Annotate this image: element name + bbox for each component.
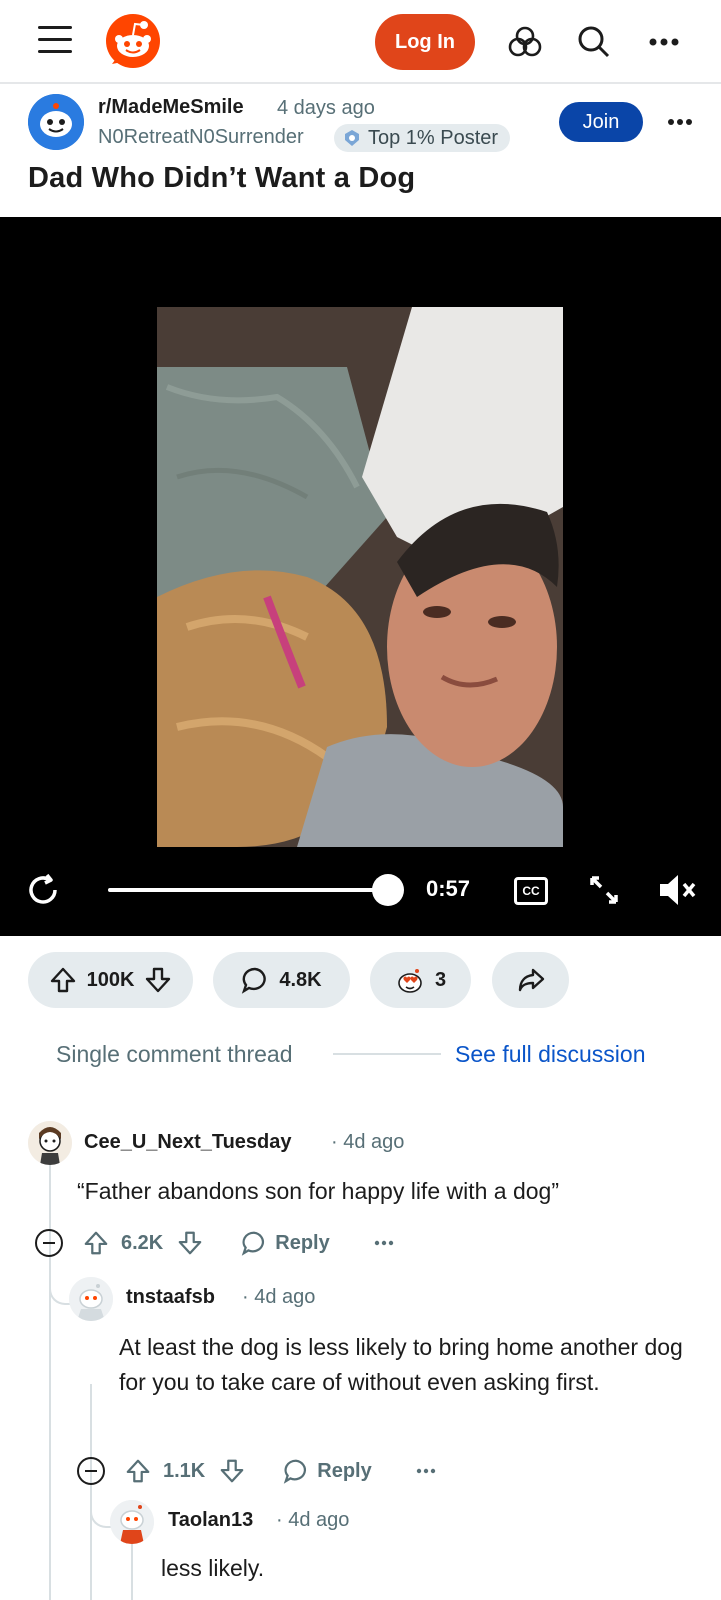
comment-time: · 4d ago	[242, 1286, 316, 1308]
downvote-icon[interactable]	[219, 1458, 245, 1484]
comment-username[interactable]: tnstaafsb	[126, 1286, 215, 1309]
awards-button[interactable]: 3	[370, 952, 471, 1008]
closed-captions-icon[interactable]: CC	[514, 877, 548, 905]
share-button[interactable]	[492, 952, 569, 1008]
reply-button[interactable]: Reply	[283, 1458, 372, 1484]
fullscreen-icon[interactable]	[586, 872, 622, 908]
vote-bar: 100K	[28, 952, 193, 1008]
thread-line	[90, 1384, 92, 1600]
video-frame[interactable]	[157, 307, 563, 847]
reply-button[interactable]: Reply	[241, 1230, 330, 1256]
avatar[interactable]	[110, 1500, 154, 1544]
see-full-discussion-link[interactable]: See full discussion	[455, 1041, 646, 1068]
video-scrubber-handle[interactable]	[372, 874, 405, 906]
collapse-thread-icon[interactable]	[77, 1457, 105, 1485]
replay-icon[interactable]	[25, 872, 61, 908]
post-author[interactable]: N0RetreatN0Surrender	[98, 126, 304, 149]
popular-icon[interactable]	[505, 22, 545, 62]
comment-time: · 4d ago	[276, 1509, 350, 1531]
comment-text: “Father abandons son for happy life with…	[77, 1178, 560, 1204]
post-title[interactable]: Dad Who Didn’t Want a Dog	[28, 162, 415, 195]
video-progress-bar[interactable]	[108, 888, 400, 892]
avatar[interactable]	[28, 1121, 72, 1165]
comment-actions: 1.1K Reply	[77, 1453, 436, 1489]
comments-button[interactable]: 4.8K	[213, 952, 350, 1008]
subreddit-name[interactable]: r/MadeMeSmile	[98, 96, 244, 119]
login-button[interactable]: Log In	[375, 14, 475, 70]
flair-label: Top 1% Poster	[368, 126, 499, 149]
award-icon	[395, 965, 425, 995]
downvote-icon[interactable]	[177, 1230, 203, 1256]
comment-text: At least the dog is less likely to bring…	[119, 1334, 683, 1395]
comment-more-icon[interactable]	[416, 1468, 436, 1474]
user-flair: Top 1% Poster	[334, 124, 511, 152]
vote-count: 100K	[86, 968, 135, 991]
comment-time: · 4d ago	[331, 1131, 405, 1153]
upvote-icon[interactable]	[49, 966, 77, 994]
video-time: 0:57	[426, 876, 471, 901]
post-time: 4 days ago	[277, 97, 375, 119]
subreddit-avatar[interactable]	[28, 94, 84, 150]
share-icon	[517, 966, 545, 994]
hamburger-menu-icon[interactable]	[38, 26, 72, 54]
top-poster-icon	[345, 130, 359, 146]
thread-line	[131, 1544, 133, 1600]
comment-username[interactable]: Taolan13	[168, 1509, 253, 1532]
comment-actions: 6.2K Reply	[35, 1225, 394, 1261]
more-options-icon[interactable]	[644, 22, 684, 62]
single-thread-label: Single comment thread	[56, 1041, 293, 1067]
comment-count: 4.8K	[279, 968, 322, 991]
comment-icon	[242, 1231, 265, 1256]
comment-icon	[241, 966, 269, 994]
upvote-icon[interactable]	[83, 1230, 109, 1256]
join-button[interactable]: Join	[559, 102, 643, 142]
post-more-icon[interactable]	[662, 108, 698, 136]
search-icon[interactable]	[574, 22, 614, 62]
comment-vote-count: 6.2K	[121, 1231, 164, 1254]
muted-volume-icon[interactable]	[658, 872, 698, 908]
avatar[interactable]	[69, 1277, 113, 1321]
comment-username[interactable]: Cee_U_Next_Tuesday	[84, 1131, 292, 1154]
upvote-icon[interactable]	[125, 1458, 151, 1484]
comment-text: less likely.	[161, 1555, 265, 1581]
comment-more-icon[interactable]	[374, 1240, 394, 1246]
comment-icon	[284, 1459, 307, 1484]
top-bar: Log In	[0, 0, 721, 84]
collapse-thread-icon[interactable]	[35, 1229, 63, 1257]
downvote-icon[interactable]	[144, 966, 172, 994]
divider	[333, 1053, 441, 1055]
video-player[interactable]: 0:57 CC	[0, 217, 721, 936]
comment-vote-count: 1.1K	[163, 1459, 206, 1482]
award-count: 3	[434, 968, 447, 991]
reddit-logo-icon[interactable]	[104, 12, 162, 70]
